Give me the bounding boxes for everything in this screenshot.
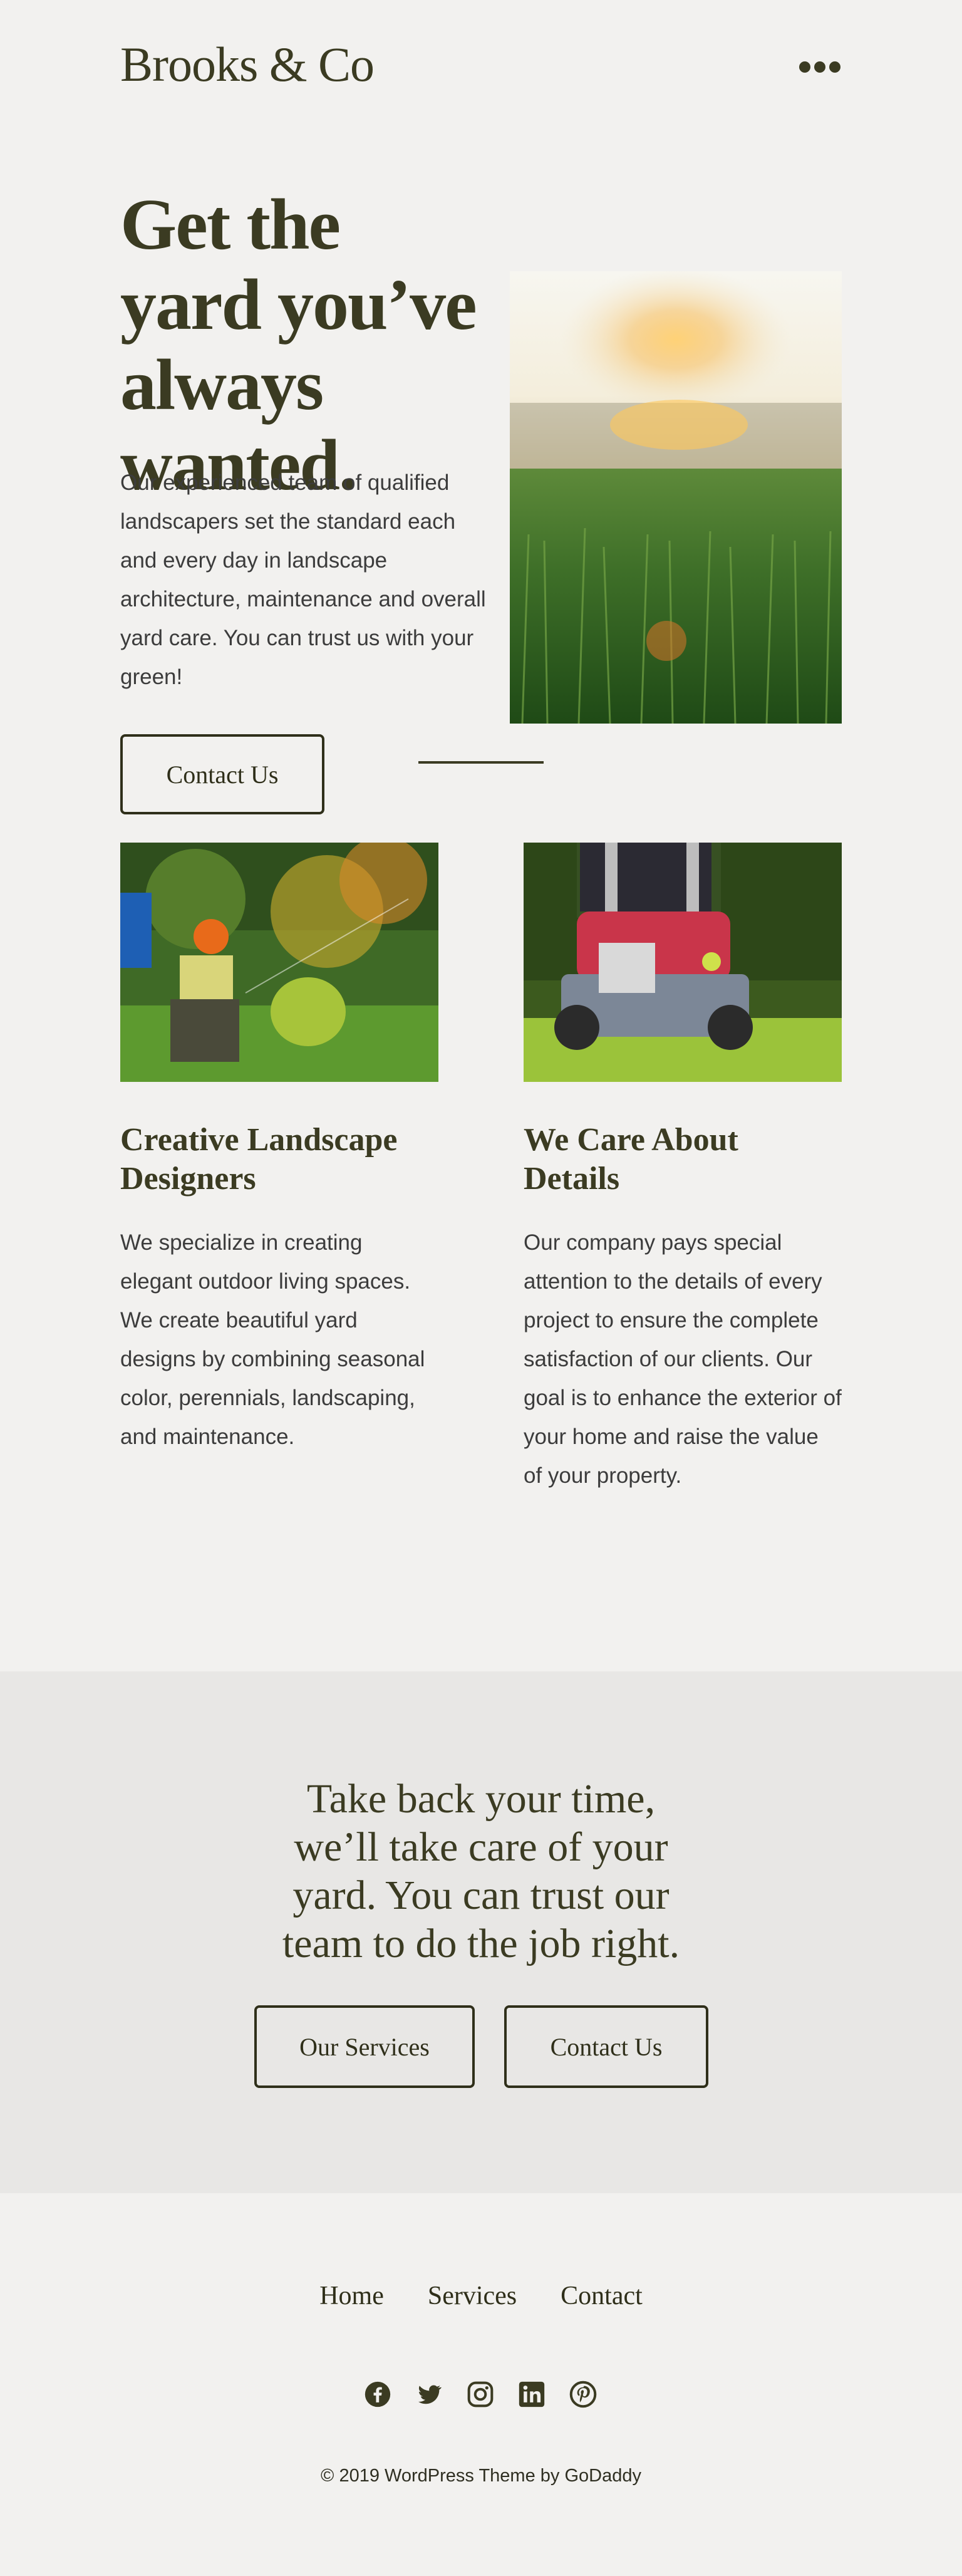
footer-nav-contact[interactable]: Contact — [561, 2281, 643, 2311]
copyright-text: © 2019 WordPress Theme by GoDaddy — [321, 2466, 641, 2486]
twitter-icon[interactable] — [415, 2380, 443, 2409]
pinterest-icon[interactable] — [569, 2380, 597, 2409]
linkedin-icon[interactable] — [517, 2380, 546, 2409]
social-links — [363, 2380, 597, 2409]
contact-us-button[interactable]: Contact Us — [504, 2005, 708, 2088]
lawn-mower-image — [524, 843, 842, 1082]
section-divider — [418, 761, 544, 764]
site-title[interactable]: Brooks & Co — [120, 36, 375, 93]
site-header: Brooks & Co — [0, 0, 962, 135]
feature-title: We Care About Details — [524, 1122, 738, 1197]
gardener-image — [120, 843, 438, 1082]
hero-section: Get the yard you’ve always wanted. Our e… — [0, 135, 962, 877]
more-horizontal-icon[interactable] — [799, 58, 842, 76]
page: Brooks & Co Get the yard you’ve always w… — [0, 0, 962, 2576]
instagram-icon[interactable] — [466, 2380, 495, 2409]
feature-card-design: Creative Landscape Designers We speciali… — [120, 843, 438, 1457]
feature-title: Creative Landscape Designers — [120, 1122, 398, 1197]
our-services-button[interactable]: Our Services — [254, 2005, 475, 2088]
feature-text: We specialize in creating elegant outdoo… — [120, 1230, 425, 1449]
feature-text: Our company pays special attention to th… — [524, 1230, 842, 1488]
facebook-icon[interactable] — [363, 2380, 392, 2409]
footer-nav-services[interactable]: Services — [428, 2281, 517, 2311]
cta-section: Take back your time, we’ll take care of … — [0, 1671, 962, 2193]
hero-title: Get the yard you’ve always wanted. — [120, 185, 477, 506]
footer-nav: Home Services Contact — [0, 2281, 962, 2311]
cta-title: Take back your time, we’ll take care of … — [282, 1776, 680, 1966]
hero-grass-image — [510, 271, 842, 724]
hero-text: Our experienced team of qualified landsc… — [120, 470, 486, 689]
contact-us-button[interactable]: Contact Us — [120, 734, 324, 814]
feature-card-details: We Care About Details Our company pays s… — [524, 843, 842, 1495]
footer-nav-home[interactable]: Home — [319, 2281, 384, 2311]
site-footer: Home Services Contact © 2019 WordPress T… — [0, 2193, 962, 2576]
cta-title-wrap: Take back your time, we’ll take care of … — [0, 1775, 962, 1968]
